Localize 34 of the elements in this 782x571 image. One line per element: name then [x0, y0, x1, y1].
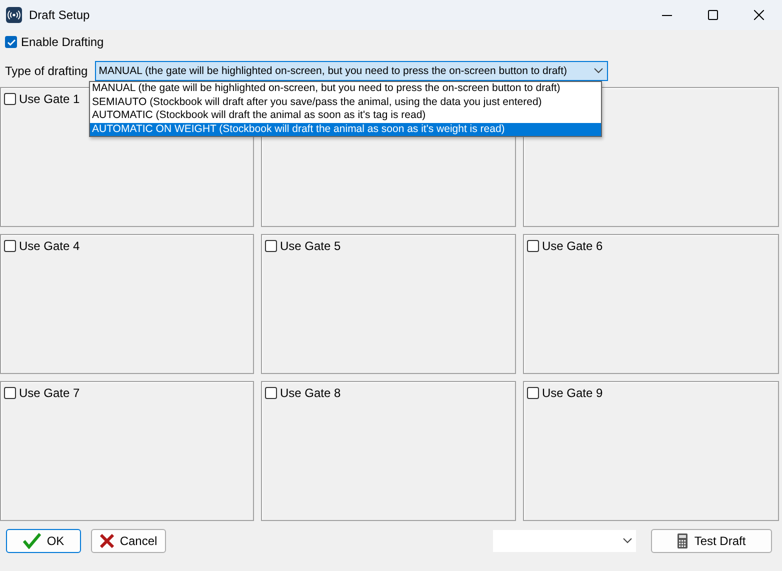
checkbox-label: Use Gate 1: [19, 92, 80, 106]
drafting-type-dropdown[interactable]: MANUAL (the gate will be highlighted on-screen, but you need to press the on-screen button to draft): [94, 61, 608, 81]
dropdown-option[interactable]: AUTOMATIC ON WEIGHT (Stockbook will draft the animal as soon as it's weight is read): [90, 122, 601, 136]
dropdown-option[interactable]: AUTOMATIC (Stockbook will draft the animal as soon as it's tag is read): [90, 109, 601, 122]
checkbox-label: Use Gate 5: [280, 239, 341, 253]
checkbox[interactable]: [4, 93, 16, 105]
checkbox-label: Use Gate 6: [542, 239, 603, 253]
ok-button[interactable]: OK: [6, 529, 81, 553]
calculator-icon: [677, 533, 688, 549]
checkbox[interactable]: [4, 387, 16, 399]
checkbox[interactable]: [5, 36, 17, 48]
checkbox-label: Use Gate 9: [542, 386, 603, 400]
dropdown-option[interactable]: MANUAL (the gate will be highlighted on-screen, but you need to press the on-screen button to draft): [90, 82, 601, 96]
checkbox[interactable]: [527, 387, 539, 399]
close-icon: [754, 10, 764, 20]
checkbox-label: Use Gate 7: [19, 386, 80, 400]
dropdown-option[interactable]: SEMIAUTO (Stockbook will draft after you save/pass the animal, using the data you just entered): [90, 96, 601, 109]
cross-icon: [100, 534, 114, 548]
checkbox[interactable]: [265, 240, 277, 252]
checkbox[interactable]: [265, 387, 277, 399]
window-title: Draft Setup: [29, 8, 91, 22]
test-draft-button[interactable]: Test Draft: [651, 529, 772, 553]
field-label: Type of drafting: [5, 64, 88, 78]
checkbox-label: Enable Drafting: [21, 35, 104, 49]
maximize-icon: [708, 10, 718, 20]
checkbox-label: Use Gate 8: [280, 386, 341, 400]
checkbox[interactable]: [527, 240, 539, 252]
checkbox[interactable]: [4, 240, 16, 252]
checkmark-icon: [22, 533, 41, 549]
checkbox-label: Use Gate 4: [19, 239, 80, 253]
caret-icon: [594, 68, 603, 74]
caret-icon: [623, 538, 632, 544]
wireless-signal-icon: [6, 7, 22, 23]
cancel-button[interactable]: Cancel: [91, 529, 166, 553]
